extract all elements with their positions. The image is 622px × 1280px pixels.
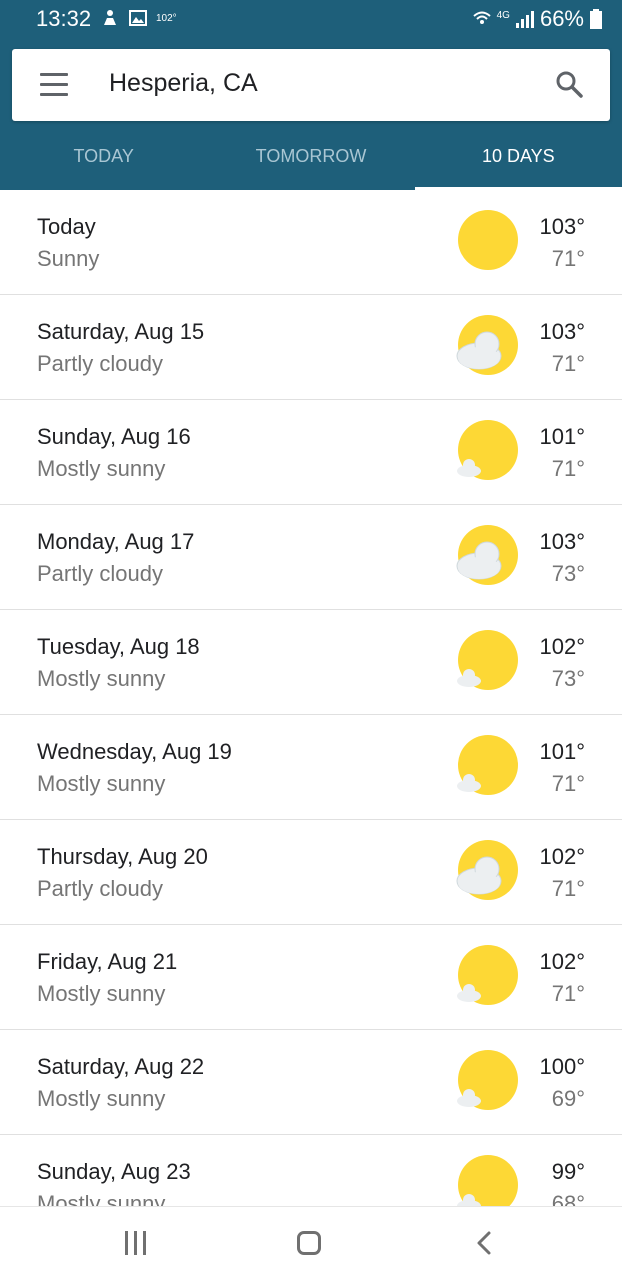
high-temperature: 103°	[539, 529, 585, 554]
high-temperature: 102°	[539, 949, 585, 974]
mostly-sunny-icon	[457, 1050, 518, 1110]
notification-icon	[104, 10, 116, 25]
mostly-sunny-icon	[457, 735, 518, 795]
sunny-icon	[458, 210, 518, 270]
forecast-row[interactable]: Thursday, Aug 20 Partly cloudy 102° 71°	[0, 820, 622, 925]
gallery-icon	[129, 10, 147, 26]
high-temperature: 102°	[539, 844, 585, 869]
low-temperature: 73°	[551, 561, 585, 586]
high-temperature: 103°	[539, 214, 585, 239]
mostly-sunny-icon	[457, 1155, 518, 1206]
recents-icon[interactable]	[122, 1231, 150, 1255]
partly-cloudy-icon	[456, 315, 518, 375]
day-condition: Mostly sunny	[37, 771, 166, 796]
day-condition: Mostly sunny	[37, 981, 166, 1006]
tab-today[interactable]: TODAY	[0, 133, 207, 190]
low-temperature: 73°	[551, 666, 585, 691]
back-icon[interactable]	[472, 1229, 500, 1257]
high-temperature: 100°	[539, 1054, 585, 1079]
search-bar[interactable]: Hesperia, CA	[12, 49, 610, 121]
location-input[interactable]: Hesperia, CA	[109, 69, 258, 98]
home-icon[interactable]	[297, 1231, 321, 1255]
day-condition: Mostly sunny	[37, 1086, 166, 1111]
high-temperature: 101°	[539, 739, 585, 764]
app-bar: Hesperia, CA TODAY TOMORROW 10 DAYS	[0, 37, 622, 190]
day-condition: Mostly sunny	[37, 1191, 166, 1206]
tab-bar: TODAY TOMORROW 10 DAYS	[0, 133, 622, 190]
forecast-row[interactable]: Friday, Aug 21 Mostly sunny 102° 71°	[0, 925, 622, 1030]
day-name: Saturday, Aug 22	[37, 1054, 205, 1079]
day-condition: Partly cloudy	[37, 351, 163, 376]
day-name: Monday, Aug 17	[37, 529, 195, 554]
mostly-sunny-icon	[457, 945, 518, 1005]
day-name: Saturday, Aug 15	[37, 319, 205, 344]
day-name: Thursday, Aug 20	[37, 844, 208, 869]
day-name: Sunday, Aug 23	[37, 1159, 191, 1184]
tab-10-days[interactable]: 10 DAYS	[414, 133, 622, 190]
forecast-row[interactable]: Monday, Aug 17 Partly cloudy 103° 73°	[0, 505, 622, 610]
partly-cloudy-icon	[456, 525, 518, 585]
high-temperature: 99°	[551, 1159, 585, 1184]
high-temperature: 101°	[539, 424, 585, 449]
day-condition: Mostly sunny	[37, 666, 166, 691]
tab-tomorrow[interactable]: TOMORROW	[207, 133, 414, 190]
day-condition: Partly cloudy	[37, 876, 163, 901]
status-bar: 13:32 102° 4G 66%	[0, 0, 622, 37]
high-temperature: 102°	[539, 634, 585, 659]
forecast-row[interactable]: Sunday, Aug 16 Mostly sunny 101° 71°	[0, 400, 622, 505]
status-time: 13:32	[36, 6, 92, 31]
signal-icon	[515, 11, 534, 28]
mostly-sunny-icon	[457, 420, 518, 480]
forecast-row[interactable]: Today Sunny 103° 71°	[0, 190, 622, 295]
low-temperature: 68°	[551, 1191, 585, 1206]
partly-cloudy-icon	[456, 840, 518, 900]
forecast-row[interactable]: Saturday, Aug 22 Mostly sunny 100° 69°	[0, 1030, 622, 1135]
low-temperature: 71°	[551, 876, 585, 901]
menu-icon[interactable]	[40, 73, 68, 97]
low-temperature: 71°	[551, 456, 585, 481]
low-temperature: 71°	[551, 351, 585, 376]
wifi-icon	[472, 11, 491, 24]
low-temperature: 71°	[551, 246, 585, 271]
low-temperature: 71°	[551, 771, 585, 796]
navigation-bar	[0, 1206, 622, 1280]
day-name: Friday, Aug 21	[37, 949, 178, 974]
battery-icon	[590, 9, 602, 29]
status-temperature: 102°	[156, 13, 177, 24]
search-icon[interactable]	[554, 69, 584, 99]
network-type: 4G	[496, 9, 510, 21]
day-condition: Mostly sunny	[37, 456, 166, 481]
low-temperature: 69°	[551, 1086, 585, 1111]
forecast-row[interactable]: Sunday, Aug 23 Mostly sunny 99° 68°	[0, 1135, 622, 1206]
forecast-row[interactable]: Saturday, Aug 15 Partly cloudy 103° 71°	[0, 295, 622, 400]
day-name: Sunday, Aug 16	[37, 424, 191, 449]
forecast-list: Today Sunny 103° 71° Saturday, Aug 15 Partly …	[0, 190, 622, 1206]
forecast-row[interactable]: Wednesday, Aug 19 Mostly sunny 101° 71°	[0, 715, 622, 820]
day-name: Wednesday, Aug 19	[37, 739, 232, 764]
day-name: Today	[37, 214, 96, 239]
day-name: Tuesday, Aug 18	[37, 634, 200, 659]
battery-percent: 66%	[539, 6, 584, 31]
day-condition: Partly cloudy	[37, 561, 163, 586]
low-temperature: 71°	[551, 981, 585, 1006]
mostly-sunny-icon	[457, 630, 518, 690]
forecast-row[interactable]: Tuesday, Aug 18 Mostly sunny 102° 73°	[0, 610, 622, 715]
day-condition: Sunny	[37, 246, 100, 271]
high-temperature: 103°	[539, 319, 585, 344]
